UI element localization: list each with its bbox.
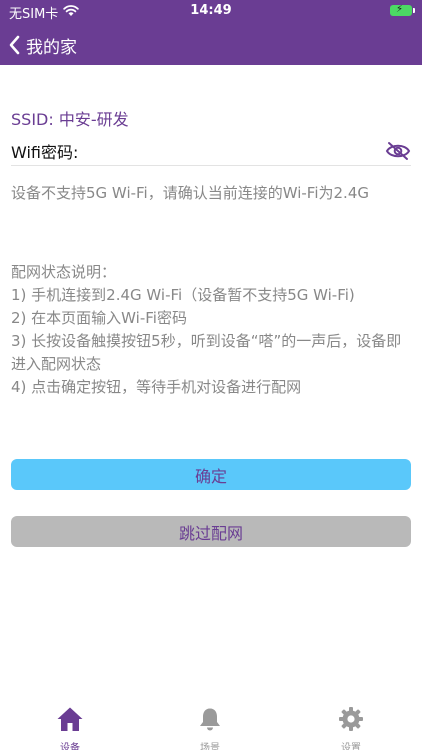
back-button[interactable]: 我的家	[8, 31, 77, 59]
tab-device-label: 设备	[60, 743, 80, 750]
ssid-prefix: SSID:	[11, 110, 59, 129]
instructions-title: 配网状态说明：	[11, 263, 117, 281]
password-row: Wifi密码:	[11, 136, 411, 166]
nav-bar: 我的家	[0, 25, 422, 65]
ssid-label: SSID: 中安-研发	[11, 106, 129, 130]
tab-scene[interactable]: 场景	[180, 706, 240, 750]
status-bar: 无SIM卡 14:49 ⚡	[0, 0, 422, 22]
instruction-step: 3) 长按设备触摸按钮5秒，听到设备“嗒”的一声后，设备即进入配网状态	[11, 332, 402, 373]
clock: 14:49	[190, 3, 232, 18]
eye-slash-icon[interactable]	[385, 140, 411, 162]
tab-settings[interactable]: 设置	[321, 706, 381, 750]
header: 无SIM卡 14:49 ⚡ 我的家	[0, 0, 422, 65]
page-title: 我的家	[26, 37, 77, 58]
home-icon	[56, 706, 84, 736]
tab-scene-label: 场景	[200, 743, 220, 750]
password-label: Wifi密码:	[11, 142, 79, 162]
bell-icon	[197, 706, 223, 736]
instruction-step: 2) 在本页面输入Wi-Fi密码	[11, 309, 187, 327]
instruction-step: 1) 手机连接到2.4G Wi-Fi（设备暂不支持5G Wi-Fi)	[11, 286, 355, 304]
confirm-button[interactable]: 确定	[11, 459, 411, 490]
gear-icon	[338, 706, 364, 736]
password-input[interactable]	[82, 137, 385, 164]
instruction-step: 4) 点击确定按钮，等待手机对设备进行配网	[11, 378, 302, 396]
instructions: 配网状态说明： 1) 手机连接到2.4G Wi-Fi（设备暂不支持5G Wi-F…	[11, 261, 416, 399]
chevron-left-icon	[8, 35, 20, 55]
ssid-value: 中安-研发	[58, 110, 129, 129]
tab-bar: 设备 场景 设置	[0, 700, 422, 750]
skip-config-button[interactable]: 跳过配网	[11, 516, 411, 547]
battery-icon: ⚡	[390, 4, 415, 16]
5g-warning-text: 设备不支持5G Wi-Fi，请确认当前连接的Wi-Fi为2.4G	[11, 184, 369, 202]
tab-settings-label: 设置	[341, 743, 361, 750]
tab-device[interactable]: 设备	[40, 706, 100, 750]
